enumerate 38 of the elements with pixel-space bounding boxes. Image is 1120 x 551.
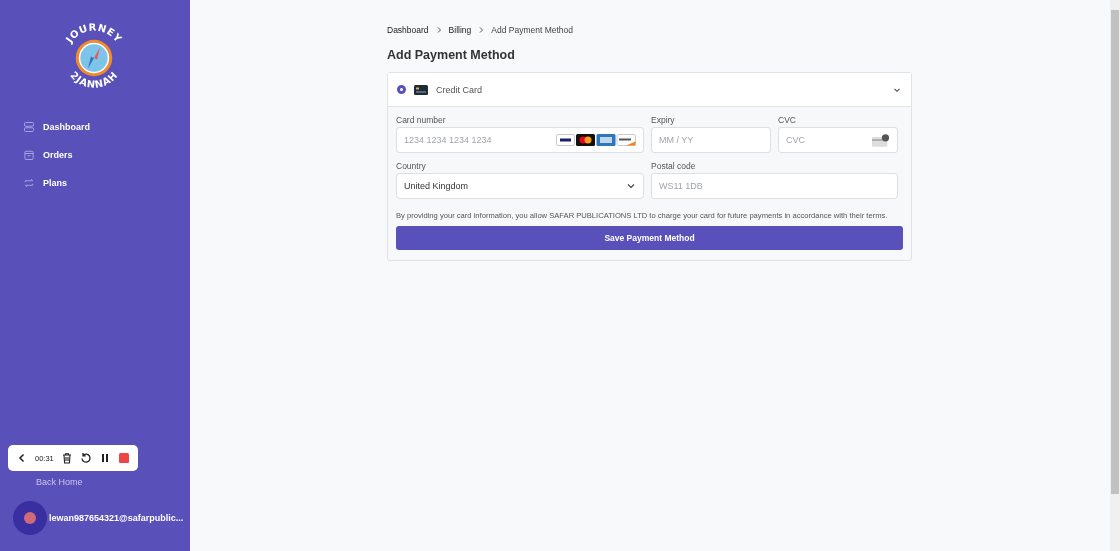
breadcrumb-link[interactable]: Dashboard xyxy=(387,25,429,35)
back-home-link[interactable]: Back Home xyxy=(36,477,190,487)
chevron-down-icon xyxy=(626,181,636,191)
camera-bubble-icon[interactable] xyxy=(13,501,47,535)
credit-card-icon xyxy=(414,84,428,95)
breadcrumb-link[interactable]: Add Payment Method xyxy=(491,25,574,35)
field-label: Expiry xyxy=(651,115,676,125)
nav-link[interactable]: Orders xyxy=(23,146,190,164)
cvc-field[interactable]: CVC xyxy=(778,127,898,153)
field-label: Card number xyxy=(396,115,447,125)
scrollbar[interactable] xyxy=(1110,0,1120,551)
card-number-input[interactable]: 1234 1234 1234 1234 xyxy=(404,135,556,145)
card-back-icon xyxy=(872,133,890,147)
card-brands-icon xyxy=(556,134,636,146)
payment-option-header[interactable]: Credit Card xyxy=(388,73,911,107)
nav-link[interactable]: Plans xyxy=(23,174,190,192)
country-select[interactable]: United Kingdom xyxy=(396,173,644,199)
stop-icon[interactable] xyxy=(117,452,130,464)
save-payment-method-button[interactable]: Save Payment Method xyxy=(396,226,903,250)
cvc-input[interactable]: CVC xyxy=(786,135,872,145)
radio-button[interactable] xyxy=(397,85,406,94)
expiry-field[interactable]: MM / YY xyxy=(651,127,771,153)
repeat-icon xyxy=(23,177,35,189)
nav-link[interactable]: Dashboard xyxy=(23,118,190,136)
field-label: Postal code xyxy=(651,161,697,171)
chevron-right-icon xyxy=(477,26,486,34)
user-email[interactable]: lewan987654321@safarpublic... xyxy=(49,513,184,523)
restart-icon[interactable] xyxy=(79,452,92,464)
trash-icon[interactable] xyxy=(60,452,73,464)
page-title: Add Payment Method xyxy=(387,48,516,62)
card-number-field[interactable]: 1234 1234 1234 1234 xyxy=(396,127,644,153)
breadcrumb-link[interactable]: Billing xyxy=(448,25,472,35)
field-label: Country xyxy=(396,161,427,171)
payment-method-label: Credit Card xyxy=(436,84,483,95)
bag-icon xyxy=(23,149,35,161)
server-icon xyxy=(23,121,35,133)
postal-code-field[interactable]: WS11 1DB xyxy=(651,173,898,199)
field-label: CVC xyxy=(778,115,797,125)
